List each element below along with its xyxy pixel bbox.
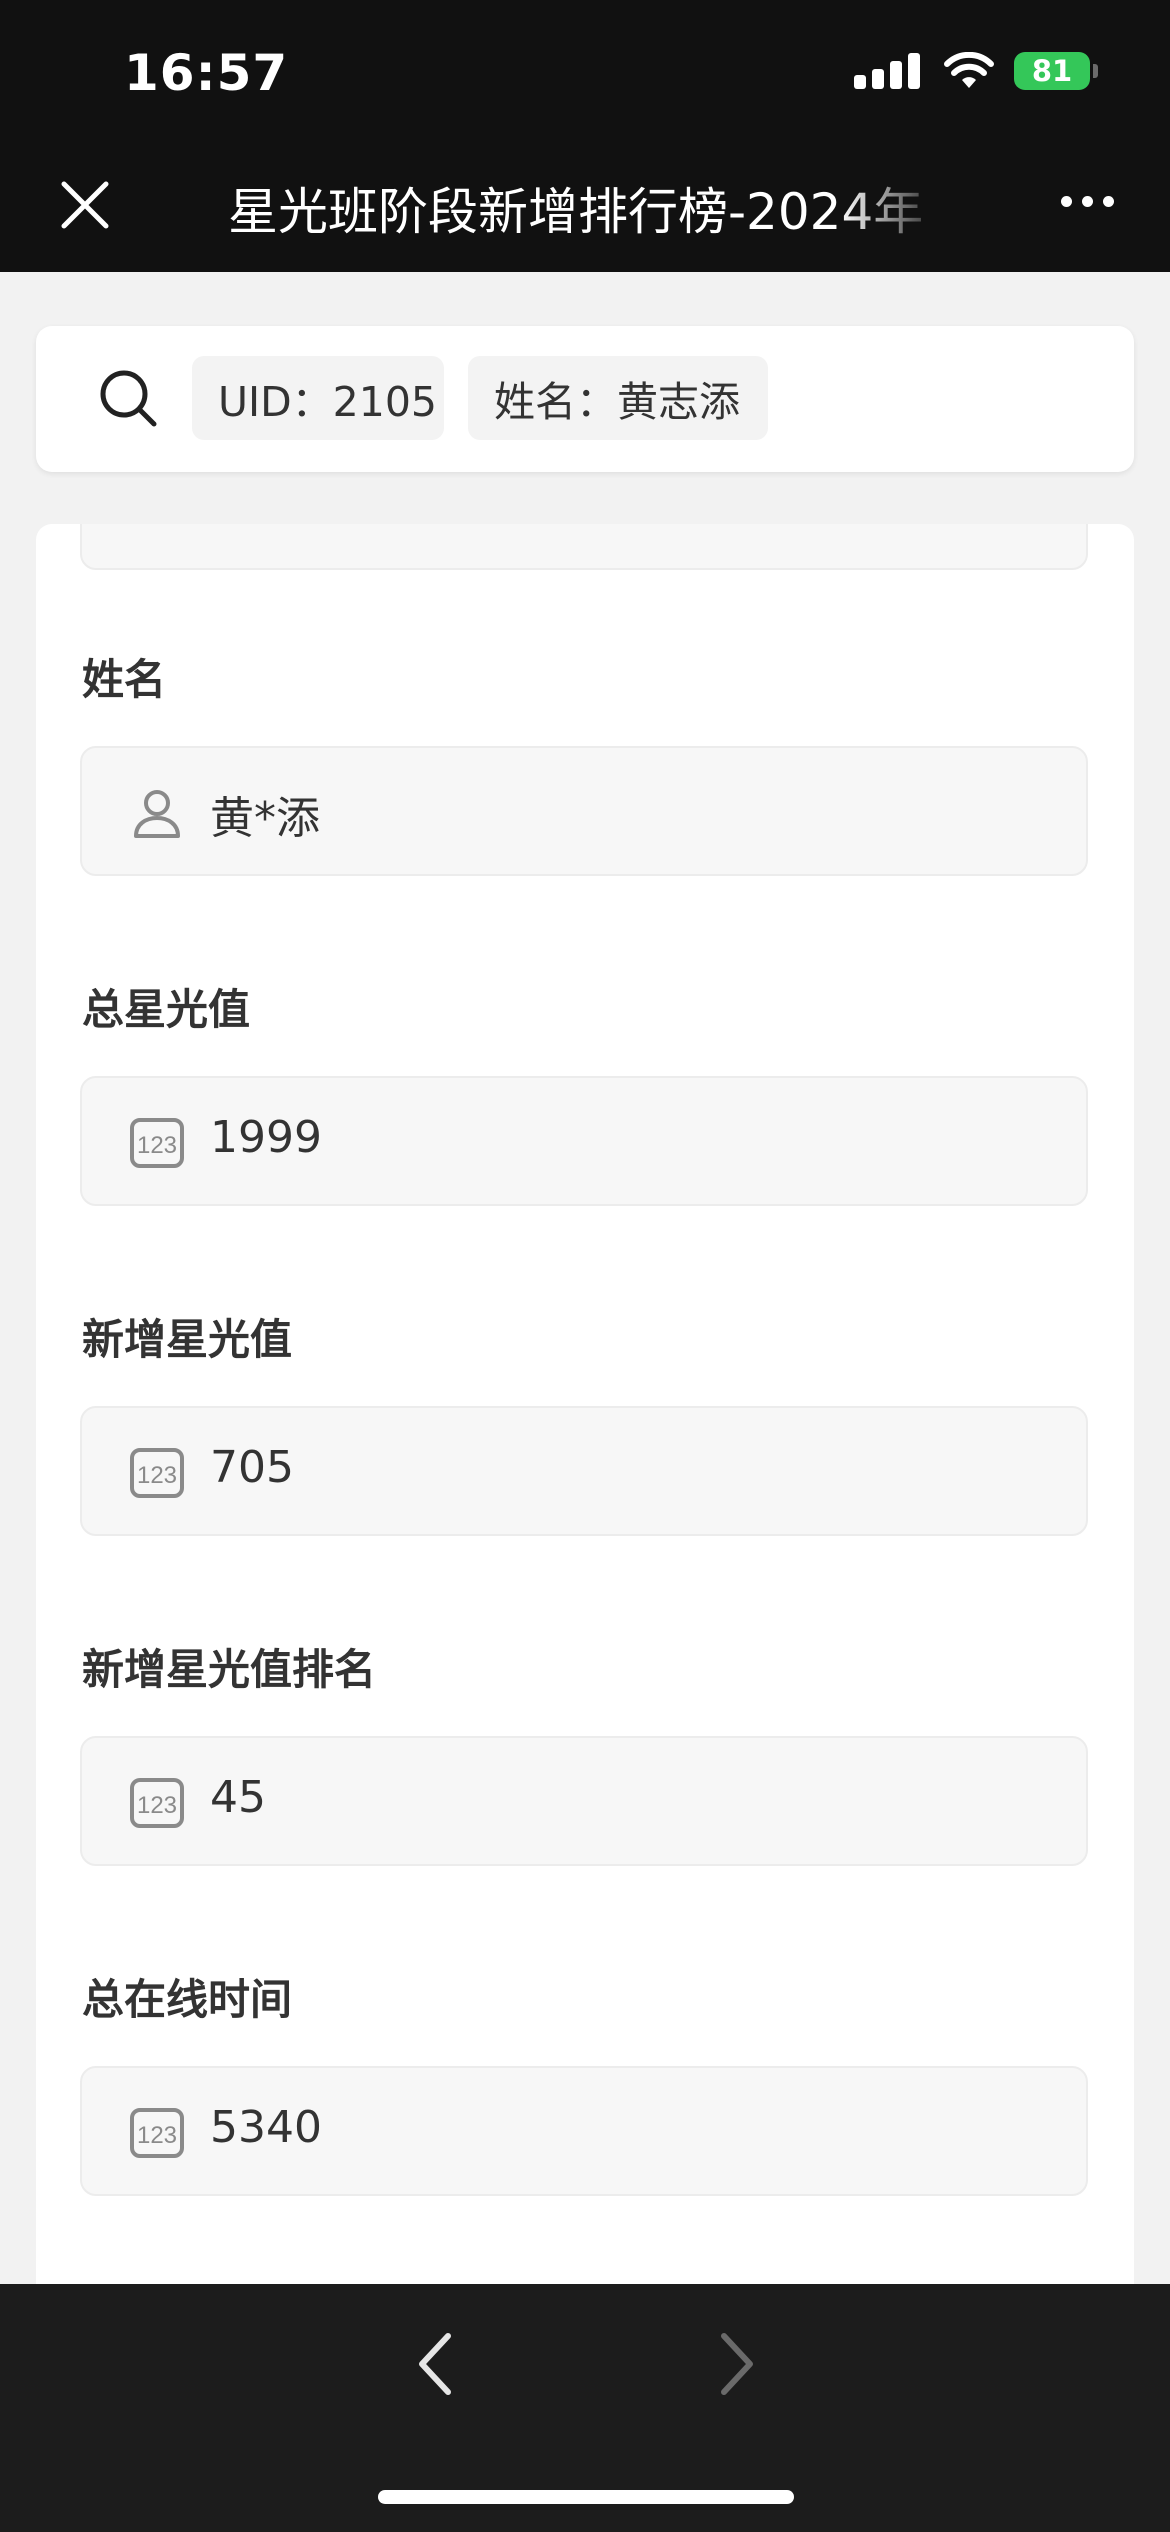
status-icons: 81 <box>854 52 1098 90</box>
field-label-total-starlight: 总星光值 <box>82 985 251 1034</box>
record-detail-card: 姓名 黄*添 总星光值 123 1999 新增星光值 123 705 新增星光值… <box>36 524 1134 2284</box>
status-time: 16:57 <box>124 44 289 102</box>
number-icon: 123 <box>130 2108 184 2158</box>
field-new-starlight: 123 705 <box>80 1406 1088 1536</box>
number-icon: 123 <box>130 1118 184 1168</box>
page-title: 星光班阶段新增排行榜-2024年 <box>228 183 924 236</box>
chevron-left-icon[interactable] <box>406 2326 466 2402</box>
field-label-name: 姓名 <box>82 655 167 704</box>
number-icon: 123 <box>130 1448 184 1498</box>
more-icon[interactable] <box>1061 196 1114 207</box>
field-label-new-starlight: 新增星光值 <box>82 1315 293 1364</box>
field-label-new-starlight-rank: 新增星光值排名 <box>82 1645 377 1694</box>
field-label-total-online-time: 总在线时间 <box>82 1975 293 2024</box>
uid-filter-chip[interactable]: UID：2105 <box>192 356 444 440</box>
battery-level: 81 <box>1031 54 1073 88</box>
person-icon <box>134 790 180 838</box>
search-icon[interactable] <box>96 366 162 432</box>
field-value-name: 黄*添 <box>210 793 320 844</box>
field-name: 黄*添 <box>80 746 1088 876</box>
wifi-icon <box>944 52 994 88</box>
field-value-new-starlight-rank: 45 <box>210 1772 266 1823</box>
field-total-online-time: 123 5340 <box>80 2066 1088 2196</box>
svg-text:123: 123 <box>137 1132 177 1159</box>
svg-text:123: 123 <box>137 1792 177 1819</box>
field-value-new-starlight: 705 <box>210 1442 294 1493</box>
field-new-starlight-rank: 123 45 <box>80 1736 1088 1866</box>
signal-icon <box>854 53 920 89</box>
svg-text:123: 123 <box>137 1462 177 1489</box>
partially-visible-field <box>80 524 1088 570</box>
chevron-right-icon[interactable] <box>706 2326 766 2402</box>
top-bar: 16:57 81 星光班阶段新增排行榜-2024年 <box>0 0 1170 272</box>
svg-text:123: 123 <box>137 2122 177 2149</box>
battery-icon: 81 <box>1014 52 1098 90</box>
close-icon[interactable] <box>56 176 114 234</box>
field-value-total-starlight: 1999 <box>210 1112 322 1163</box>
name-filter-chip[interactable]: 姓名：黄志添 <box>468 356 768 440</box>
number-icon: 123 <box>130 1778 184 1828</box>
search-card: UID：2105 姓名：黄志添 <box>36 326 1134 472</box>
home-indicator <box>378 2490 794 2504</box>
field-total-starlight: 123 1999 <box>80 1076 1088 1206</box>
browser-toolbar <box>0 2284 1170 2532</box>
field-value-total-online-time: 5340 <box>210 2102 322 2153</box>
